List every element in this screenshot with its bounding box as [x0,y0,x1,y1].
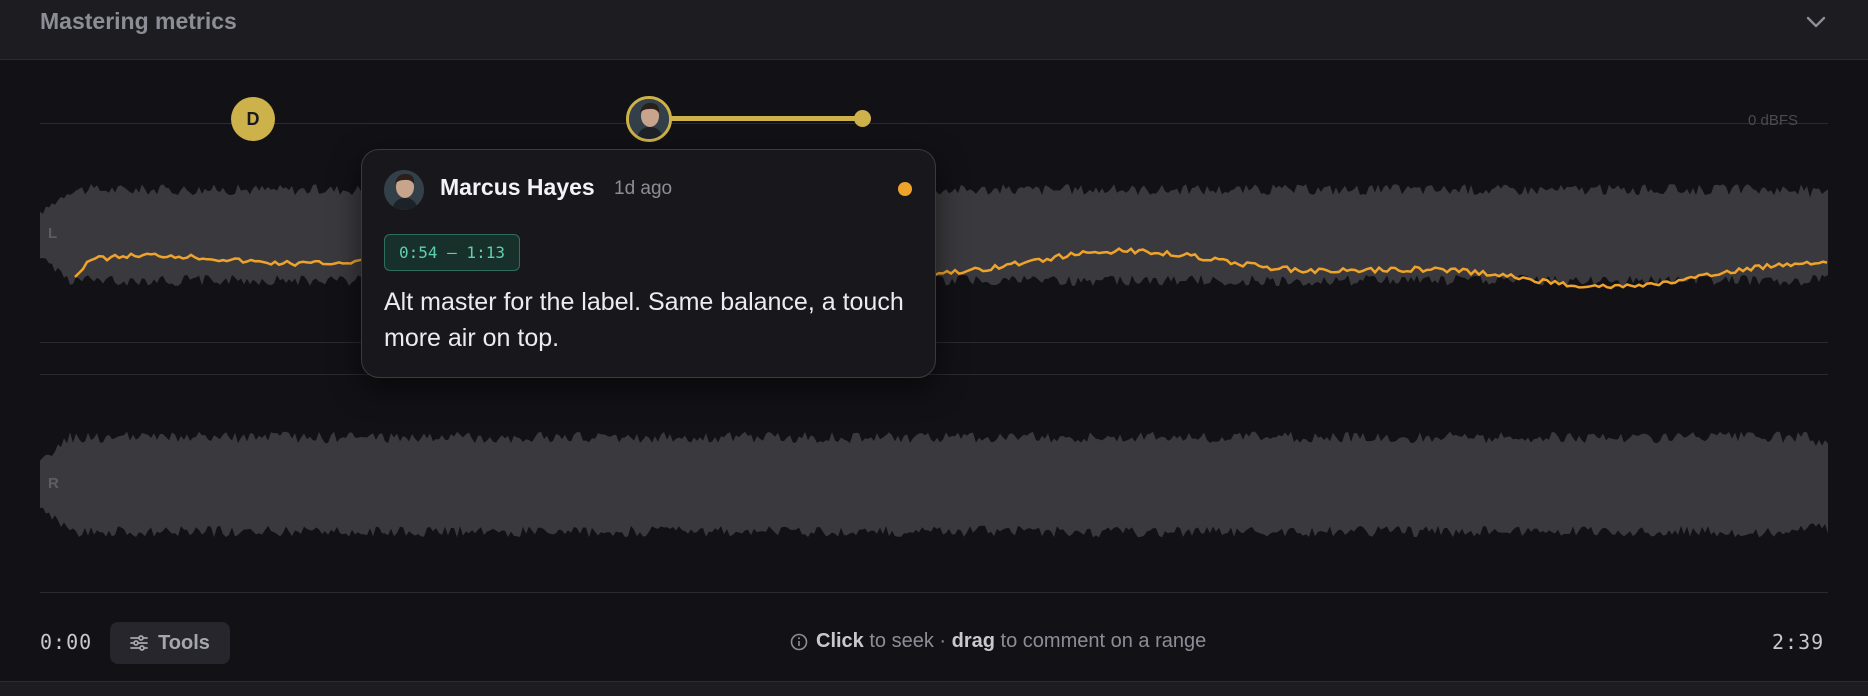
avatar [384,170,424,210]
chevron-down-icon[interactable] [1802,10,1830,34]
comment-range-bar[interactable] [660,116,862,121]
avatar-portrait-icon [629,99,669,139]
waveform-body [40,431,1828,538]
waveform-bottom-line [40,592,1828,593]
section-header[interactable]: Mastering metrics [0,0,1868,60]
comment-author: Marcus Hayes [440,174,595,200]
channel-label-left: L [48,225,58,242]
comment-marker-avatar[interactable] [626,96,672,142]
bottom-bar [0,681,1868,696]
comment-popover[interactable]: Marcus Hayes 1d ago 0:54 – 1:13 Alt mast… [361,149,936,378]
hint-drag: drag [951,630,995,652]
unread-dot [898,182,912,196]
channel-label-right: R [48,475,59,492]
hint-seek: to seek · [869,630,947,652]
zero-dbfs-line [40,123,1828,124]
right-channel-waveform[interactable] [40,412,1828,557]
channel-divider-bottom [40,374,1828,375]
waveform-panel[interactable] [0,61,1868,681]
dbfs-label: 0 dBFS [1748,112,1799,129]
comment-timestamp: 1d ago [614,178,673,199]
tools-button[interactable]: Tools [110,622,230,664]
current-time: 0:00 [40,630,93,654]
avatar-portrait-icon [384,170,424,210]
duration: 2:39 [1772,630,1825,654]
comment-marker-initial[interactable]: D [231,97,275,141]
sliders-icon [130,635,148,651]
hint-rest: to comment on a range [1000,630,1207,652]
tools-label: Tools [158,631,210,654]
comment-range-end-handle[interactable] [854,110,871,127]
hint-click: Click [816,630,864,652]
comment-text: Alt master for the label. Same balance, … [384,288,904,352]
info-icon [790,633,808,650]
section-title: Mastering metrics [40,8,237,34]
interaction-hint: Click to seek · drag to comment on a ran… [790,630,1206,653]
comment-range-badge[interactable]: 0:54 – 1:13 [384,234,520,271]
